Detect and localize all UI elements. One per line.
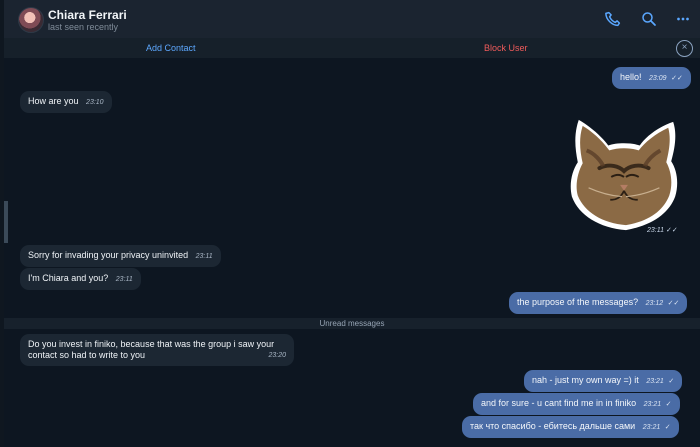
message-text: hello!: [620, 72, 642, 82]
message-bubble: Sorry for invading your privacy uninvite…: [20, 245, 221, 267]
message-bubble: nah - just my own way =) it 23:21 ✓: [524, 370, 683, 392]
message-time: 23:21: [643, 401, 662, 408]
double-check-icon: ✓✓: [667, 300, 680, 307]
message-time: 23:11: [115, 276, 133, 283]
message-bubble: I'm Chiara and you? 23:11: [20, 268, 141, 290]
check-icon: ✓: [665, 401, 672, 408]
check-icon: ✓: [668, 378, 675, 385]
chat-header: Chiara Ferrari last seen recently: [4, 0, 700, 39]
double-check-icon: ✓✓: [665, 227, 678, 234]
contact-actions-bar: Add Contact Block User ×: [4, 38, 700, 59]
message-text: так что спасибо - ебитесь дальше сами: [470, 421, 636, 431]
search-icon[interactable]: [640, 10, 658, 28]
phone-icon[interactable]: [604, 10, 622, 28]
unread-divider: Unread messages: [4, 318, 700, 329]
sticker-time-text: 23:11: [647, 227, 664, 234]
message-bubble: and for sure - u cant find me in in fini…: [473, 393, 680, 415]
message-text: nah - just my own way =) it: [532, 375, 639, 385]
contact-name[interactable]: Chiara Ferrari: [48, 8, 127, 22]
message-bubble: How are you 23:10: [20, 91, 112, 113]
add-contact-button[interactable]: Add Contact: [146, 43, 196, 53]
check-icon: ✓: [664, 424, 671, 431]
message-time: 23:21: [646, 378, 664, 385]
double-check-icon: ✓✓: [671, 75, 683, 82]
cat-sticker[interactable]: [565, 116, 683, 234]
close-icon[interactable]: ×: [676, 40, 693, 57]
message-text: I'm Chiara and you?: [28, 273, 109, 283]
message-time: 23:09: [649, 75, 667, 82]
message-text: How are you: [28, 96, 79, 106]
more-icon[interactable]: [674, 10, 692, 28]
scrollbar[interactable]: [4, 201, 8, 243]
message-bubble: Do you invest in finiko, because that wa…: [20, 334, 294, 366]
message-time: 23:11: [195, 253, 213, 260]
message-text: Sorry for invading your privacy uninvite…: [28, 250, 189, 260]
message-time: 23:21: [642, 424, 661, 431]
contact-status: last seen recently: [48, 22, 119, 32]
avatar[interactable]: [18, 7, 44, 33]
message-bubble: так что спасибо - ебитесь дальше сами 23…: [462, 416, 679, 438]
message-text: Do you invest in finiko, because that wa…: [28, 339, 275, 360]
block-user-button[interactable]: Block User: [484, 43, 528, 53]
message-time: 23:12: [645, 300, 664, 307]
message-bubble: hello! 23:09 ✓✓: [612, 67, 691, 89]
message-time: 23:10: [86, 99, 104, 106]
message-text: the purpose of the messages?: [517, 297, 639, 307]
message-bubble: the purpose of the messages? 23:12 ✓✓: [509, 292, 688, 314]
message-text: and for sure - u cant find me in in fini…: [481, 398, 637, 408]
sticker-time: 23:11 ✓✓: [647, 226, 678, 234]
message-time: 23:20: [268, 352, 286, 359]
